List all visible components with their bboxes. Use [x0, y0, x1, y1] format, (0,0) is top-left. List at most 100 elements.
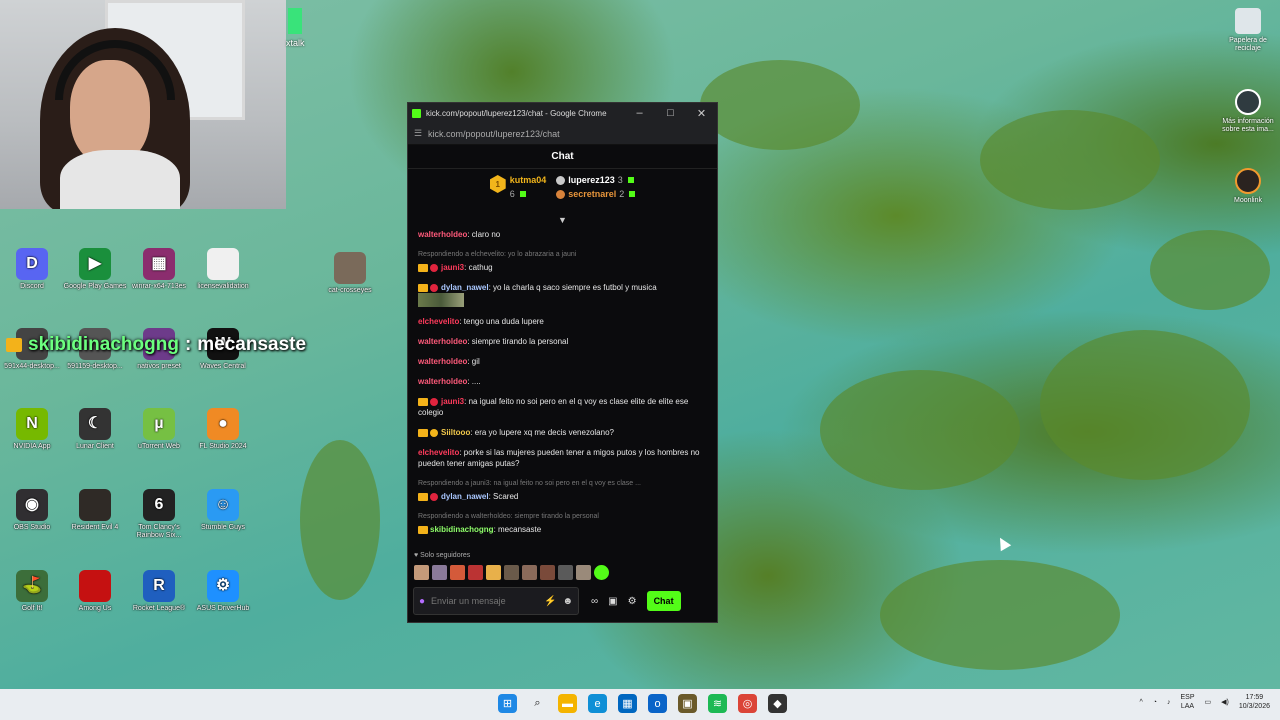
quick-emote[interactable]	[504, 565, 519, 580]
file-explorer-icon[interactable]: ▬	[558, 694, 577, 713]
chat-message[interactable]: dylan_nawel: yo la charla q saco siempre…	[418, 282, 707, 307]
game-icon[interactable]: ▣	[678, 694, 697, 713]
window-titlebar[interactable]: kick.com/popout/luperez123/chat - Google…	[408, 103, 717, 123]
quick-emote[interactable]	[414, 565, 429, 580]
chat-message[interactable]: elchevelito: porke si las mujeres pueden…	[418, 447, 707, 469]
quick-emote[interactable]	[468, 565, 483, 580]
chat-message[interactable]: Respondiendo a elchevelito: yo lo abraza…	[418, 249, 707, 273]
desktop-icon-nvidia[interactable]: N NVIDIA App	[0, 408, 64, 451]
chat-username[interactable]: elchevelito	[418, 317, 459, 326]
emoji-icon[interactable]: ☻	[562, 596, 573, 607]
mic-tray-icon[interactable]: ♪	[1167, 699, 1171, 706]
chat-username[interactable]: elchevelito	[418, 448, 459, 457]
close-button[interactable]: ✕	[686, 107, 717, 120]
kick-points-icon[interactable]: ∞	[591, 596, 598, 607]
volume-icon[interactable]: ◀)	[1221, 698, 1229, 706]
send-chat-button[interactable]: Chat	[646, 591, 681, 611]
chat-message[interactable]: Siiltooo: era yo lupere xq me decis vene…	[418, 427, 707, 438]
leaderboard-first[interactable]: 1 kutma04 6	[489, 175, 546, 215]
desktop-icon-stumble-guys[interactable]: ☺ Stumble Guys	[191, 489, 255, 532]
desktop-icon-label: Among Us	[78, 605, 112, 612]
chat-message[interactable]: walterholdeo: gil	[418, 356, 707, 367]
desktop-icon-label: Moonlink	[1233, 197, 1262, 204]
chat-username[interactable]: walterholdeo	[418, 337, 467, 346]
desktop-icon-among-us[interactable]: Among Us	[63, 570, 127, 613]
desktop-icon-fl-studio[interactable]: ● FL Studio 2024	[191, 408, 255, 451]
gift-box-icon[interactable]: ▣	[608, 596, 617, 607]
desktop-icon-image[interactable]: cat-crosseyes	[318, 252, 382, 295]
windows-start-icon[interactable]: ⊞	[498, 694, 517, 713]
quick-emote[interactable]	[540, 565, 555, 580]
desktop-icon-asus-driverhub[interactable]: ⚙ ASUS DriverHub	[191, 570, 255, 613]
desktop-icon-obs[interactable]: ◉ OBS Studio	[0, 489, 64, 532]
desktop-icon-discord[interactable]: D Discord	[0, 248, 64, 291]
desktop-icon-golf-it[interactable]: ⛳ Golf It!	[0, 570, 64, 613]
chat-message[interactable]: Respondiendo a jauni3: na igual feito no…	[418, 478, 707, 502]
chat-message[interactable]: elchevelito: tengo una duda lupere	[418, 316, 707, 327]
chat-message[interactable]: walterholdeo: siempre tirando la persona…	[418, 336, 707, 347]
desktop-icon-file[interactable]: licensevalidation	[191, 248, 255, 291]
address-bar[interactable]: ☰ kick.com/popout/luperez123/chat	[408, 123, 717, 145]
language-indicator[interactable]: ESP LAA	[1180, 693, 1194, 711]
edge-icon[interactable]: e	[588, 694, 607, 713]
quick-emote[interactable]	[576, 565, 591, 580]
desktop-icon-lunar-client[interactable]: ☾ Lunar Client	[63, 408, 127, 451]
chat-username[interactable]: skibidinachogng	[430, 525, 494, 534]
desktop-icon-resident-evil[interactable]: Resident Evil 4	[63, 489, 127, 532]
minimize-button[interactable]: –	[624, 107, 655, 119]
show-hidden-icons-icon[interactable]: ^	[1139, 699, 1142, 706]
desktop-icon-rocket-league[interactable]: R Rocket League®	[127, 570, 191, 613]
quick-emote[interactable]	[432, 565, 447, 580]
microphone-icon[interactable]: ●	[419, 596, 425, 607]
search-icon[interactable]: ⌕	[528, 694, 547, 713]
chat-username[interactable]: jauni3	[441, 397, 464, 406]
quick-emote[interactable]	[558, 565, 573, 580]
chat-username[interactable]: jauni3	[441, 263, 464, 272]
desktop-icon-label: Lunar Client	[76, 443, 114, 450]
chat-username[interactable]: walterholdeo	[418, 357, 467, 366]
settings-icon[interactable]: ⚙	[628, 596, 637, 607]
partial-app-icon[interactable]	[288, 8, 302, 34]
collapse-leaderboard-icon[interactable]: ▼	[408, 215, 717, 225]
reply-context[interactable]: Respondiendo a jauni3: na igual feito no…	[418, 478, 707, 489]
display-icon[interactable]: ▭	[1205, 698, 1212, 706]
maximize-button[interactable]: □	[655, 107, 686, 119]
outlook-icon[interactable]: o	[648, 694, 667, 713]
chat-message[interactable]: jauni3: na igual feito no soi pero en el…	[418, 396, 707, 418]
chat-username[interactable]: dylan_nawel	[441, 492, 489, 501]
url-text: kick.com/popout/luperez123/chat	[428, 128, 560, 139]
quick-emote[interactable]	[450, 565, 465, 580]
desktop-icon-winrar[interactable]: ▦ winrar-x64-713es	[127, 248, 191, 291]
reply-context[interactable]: Respondiendo a walterholdeo: siempre tir…	[418, 511, 707, 522]
chat-message[interactable]: walterholdeo: ....	[418, 376, 707, 387]
chat-username[interactable]: walterholdeo	[418, 377, 467, 386]
desktop-icon-rainbow-six[interactable]: 6 Tom Clancy's Rainbow Six...	[127, 489, 191, 540]
desktop-icon-moonlink[interactable]: Moonlink	[1218, 168, 1278, 205]
chat-message-input[interactable]	[431, 596, 539, 606]
roblox-icon[interactable]: ◆	[768, 694, 787, 713]
spotify-icon[interactable]: ≋	[708, 694, 727, 713]
chat-message[interactable]: walterholdeo: claro no	[418, 229, 707, 240]
quick-emote[interactable]	[486, 565, 501, 580]
chat-message[interactable]: Respondiendo a walterholdeo: siempre tir…	[418, 511, 707, 535]
calculator-icon[interactable]: ▦	[618, 694, 637, 713]
chat-input-container[interactable]: ● ⚡ ☻	[413, 587, 579, 615]
site-settings-icon[interactable]: ☰	[414, 128, 428, 139]
desktop-icon-utorrent[interactable]: µ uTorrent Web	[127, 408, 191, 451]
chrome-icon[interactable]: ◎	[738, 694, 757, 713]
quick-emote[interactable]	[522, 565, 537, 580]
clock[interactable]: 17:59 10/3/2026	[1239, 693, 1270, 711]
leaderboard-third[interactable]: secretnarel 2	[556, 189, 636, 199]
quick-emote[interactable]	[594, 565, 609, 580]
leaderboard-second[interactable]: luperez123 3	[556, 175, 635, 185]
command-icon[interactable]: ⚡	[544, 596, 556, 607]
chat-username[interactable]: walterholdeo	[418, 230, 467, 239]
network-icon[interactable]: ◔	[1153, 699, 1157, 706]
desktop-icon-info[interactable]: Más información sobre esta ima...	[1218, 89, 1278, 134]
chat-username[interactable]: Siiltooo	[441, 428, 470, 437]
desktop-icon-label: FL Studio 2024	[199, 443, 247, 450]
desktop-icon-google-play-games[interactable]: ▶ Google Play Games	[63, 248, 127, 291]
reply-context[interactable]: Respondiendo a elchevelito: yo lo abraza…	[418, 249, 707, 260]
desktop-icon-recycle-bin[interactable]: Papelera de reciclaje	[1218, 8, 1278, 53]
chat-username[interactable]: dylan_nawel	[441, 283, 489, 292]
